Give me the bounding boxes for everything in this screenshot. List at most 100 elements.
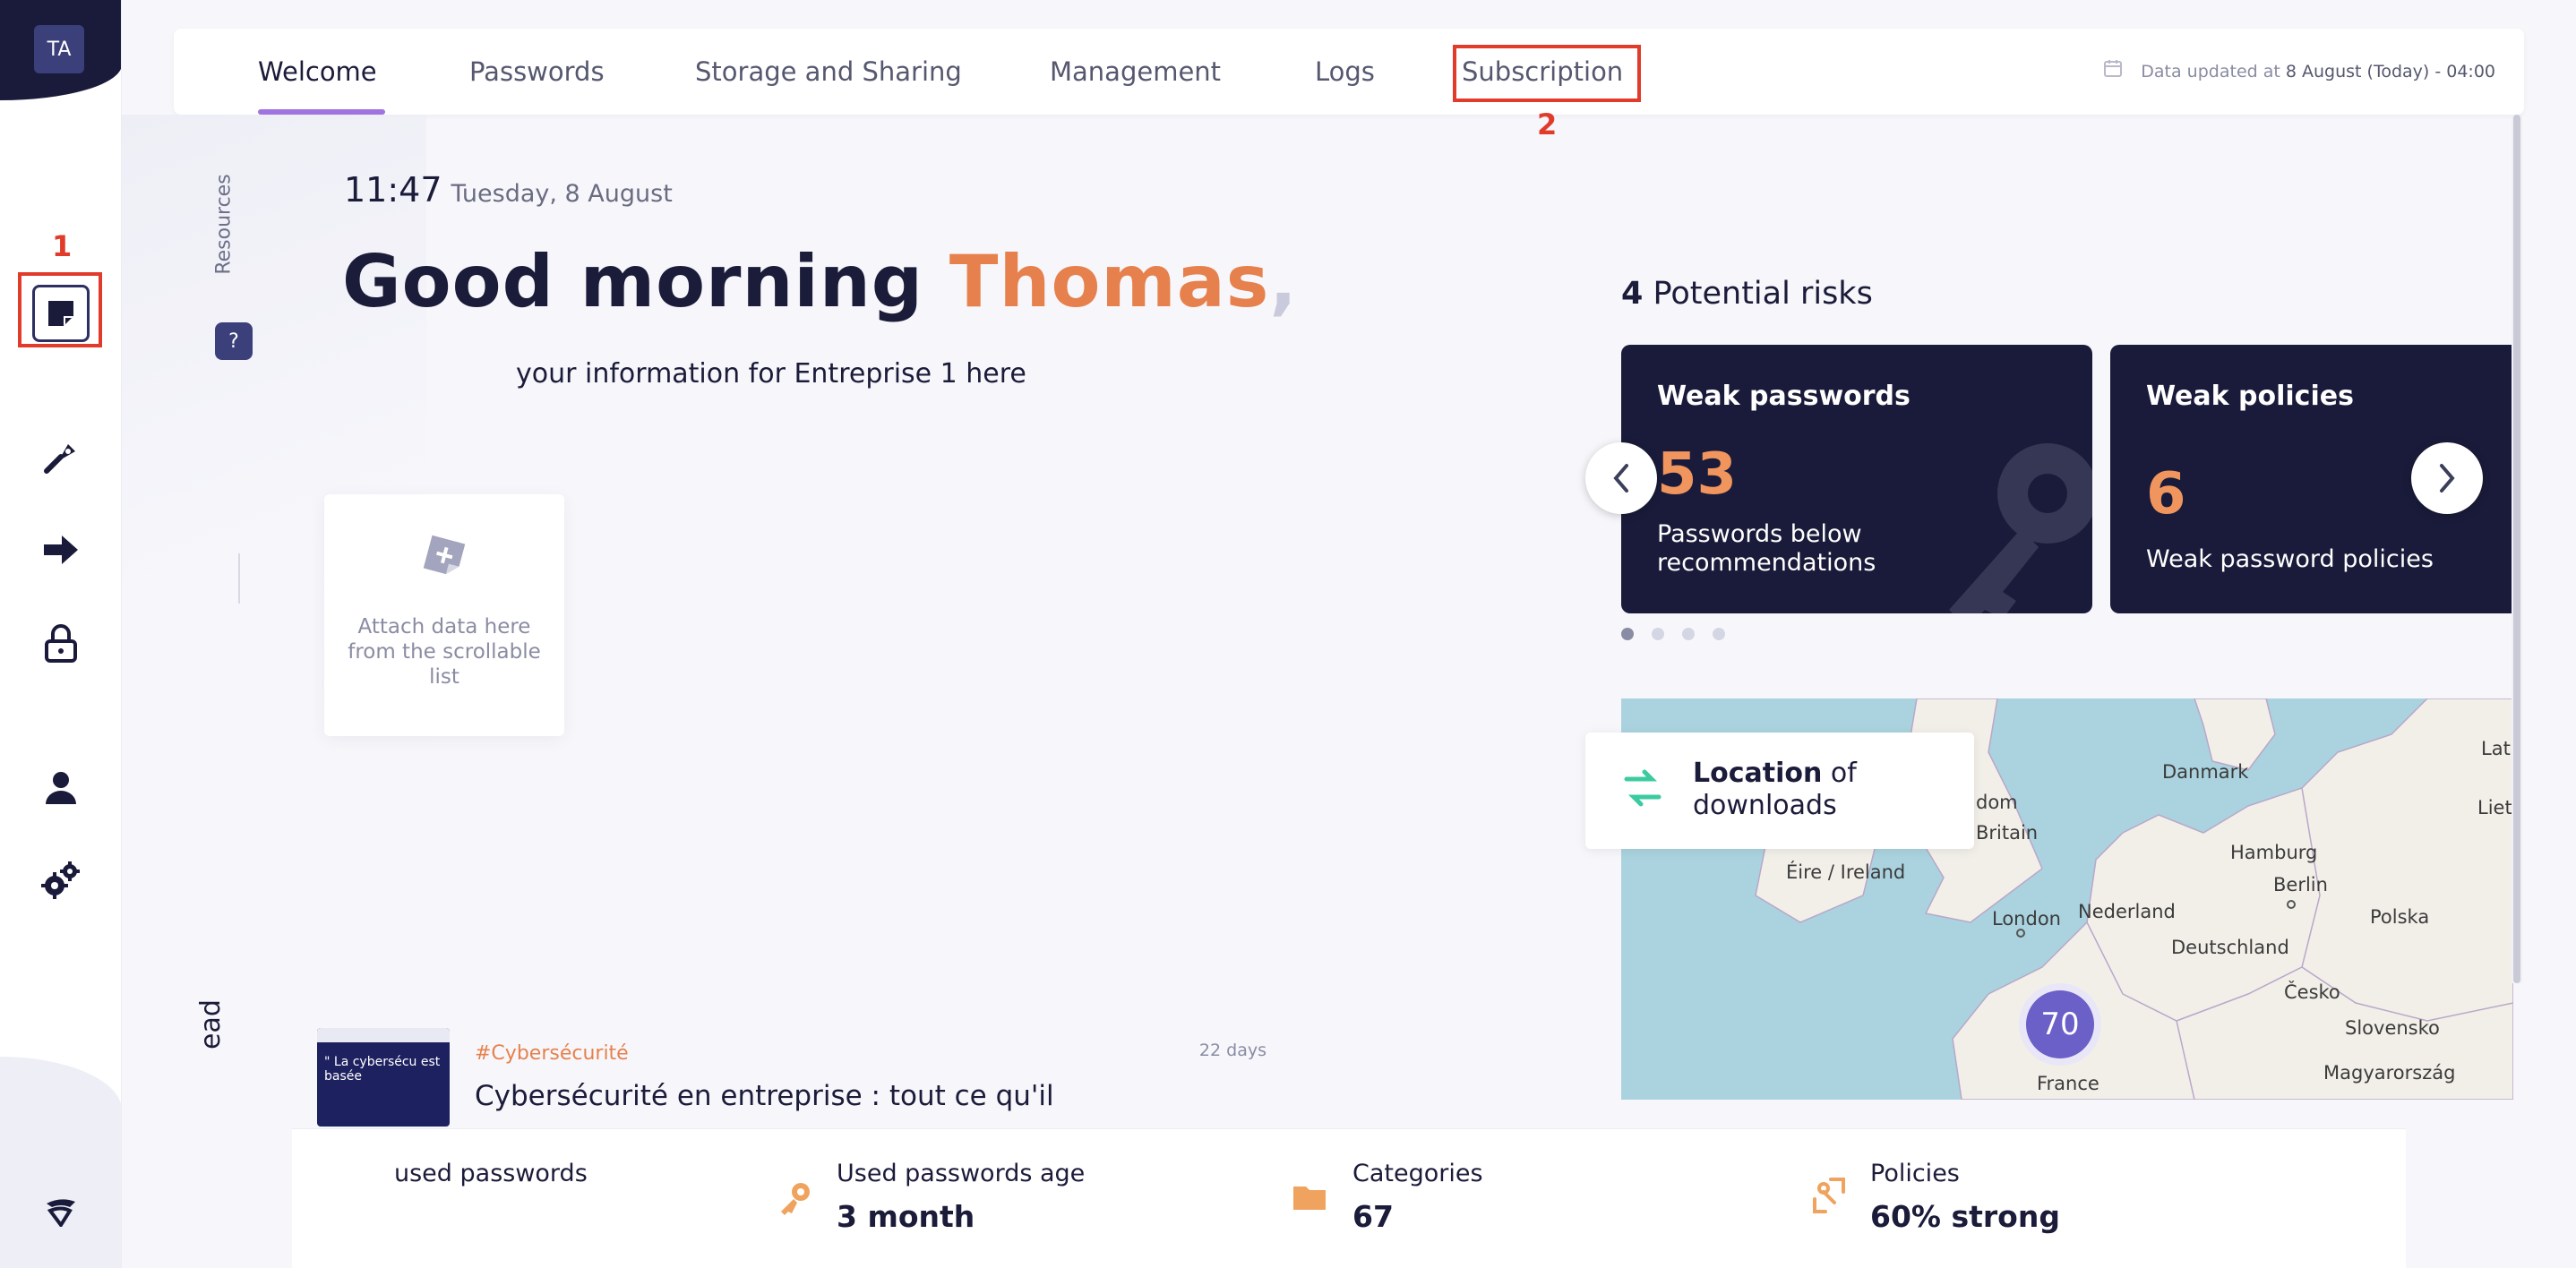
- carousel-dot[interactable]: [1682, 628, 1695, 640]
- shield-logo-icon: [47, 1199, 75, 1227]
- risk-card-value: 53: [1657, 441, 1738, 508]
- map-label: Hamburg: [2230, 842, 2318, 863]
- chevron-left-icon: [1613, 464, 1628, 493]
- stat-label: used passwords: [394, 1160, 588, 1187]
- sidebar-item-vault[interactable]: [25, 614, 97, 672]
- article-title[interactable]: Cybersécurité en entreprise : tout ce qu…: [475, 1080, 1054, 1112]
- folder-icon: [1293, 1183, 1326, 1213]
- stat-value: 60% strong: [1870, 1199, 2060, 1234]
- sidebar-item-tools[interactable]: [25, 428, 97, 485]
- stat-label: Categories: [1352, 1160, 1483, 1187]
- carousel-dot[interactable]: [1652, 628, 1664, 640]
- risk-card-desc: Passwords below recommendations: [1657, 520, 1876, 577]
- location-of-downloads-card: Location of downloads: [1585, 733, 1974, 849]
- greeting-suffix: ,: [1269, 240, 1298, 323]
- clock-time: 11:47: [344, 170, 442, 210]
- data-updated-value: 8 August (Today) - 04:00: [2285, 62, 2495, 81]
- article-age: 22 days: [1198, 1041, 1267, 1060]
- risk-card-value: 6: [2146, 461, 2186, 527]
- resources-panel[interactable]: Resources ?: [210, 159, 254, 374]
- greeting-title: Good morning Thomas,: [342, 240, 1298, 323]
- data-updated-info: Data updated at 8 August (Today) - 04:00: [2103, 29, 2495, 115]
- risk-card-title: Weak passwords: [1657, 381, 1911, 412]
- map-label: Deutschland: [2171, 937, 2289, 958]
- annotation-marker-1: 1: [52, 229, 73, 263]
- attach-data-text: Attach data here from the scrollable lis…: [348, 615, 541, 689]
- clock-date: Tuesday, 8 August: [451, 180, 673, 208]
- carousel-dot[interactable]: [1621, 628, 1634, 640]
- greeting-name: Thomas: [949, 240, 1270, 323]
- map-label: Liet: [2477, 797, 2512, 818]
- attach-data-dropzone[interactable]: Attach data here from the scrollable lis…: [324, 494, 564, 736]
- calendar-icon: [2103, 30, 2123, 116]
- highlight-box-1: [18, 272, 102, 347]
- map-label: Nederland: [2078, 901, 2176, 922]
- map-label: dom: [1976, 792, 2018, 813]
- map-label: France: [2037, 1073, 2099, 1094]
- swap-arrows-icon: [1623, 767, 1662, 813]
- top-nav: Welcome Passwords Storage and Sharing Ma…: [174, 29, 2524, 115]
- data-updated-prefix: Data updated at: [2141, 62, 2286, 81]
- location-card-title-bold: Location: [1693, 758, 1823, 789]
- highlight-box-2: [1453, 45, 1641, 102]
- greeting-prefix: Good morning: [342, 240, 949, 323]
- risks-title: 4 Potential risks: [1621, 276, 1873, 312]
- map-label: Berlin: [2273, 874, 2328, 895]
- tab-passwords[interactable]: Passwords: [469, 29, 605, 115]
- carousel-dots: [1621, 627, 1743, 644]
- carousel-next-button[interactable]: [2411, 442, 2483, 514]
- sidebar: TA: [0, 0, 122, 1268]
- policy-icon: [1811, 1176, 1847, 1219]
- tab-storage-sharing[interactable]: Storage and Sharing: [695, 29, 962, 115]
- stat-label: Used passwords age: [837, 1160, 1086, 1187]
- map-label: London: [1992, 908, 2061, 930]
- tab-logs[interactable]: Logs: [1315, 29, 1375, 115]
- risk-card-title: Weak policies: [2146, 381, 2354, 412]
- stat-value: 67: [1352, 1199, 1394, 1234]
- add-note-icon: [422, 534, 467, 582]
- arrow-right-icon: [44, 535, 78, 564]
- lock-icon: [45, 624, 77, 663]
- main-scrollbar[interactable]: [2512, 115, 2522, 983]
- clock: 11:47 Tuesday, 8 August: [344, 170, 673, 210]
- tab-management[interactable]: Management: [1050, 29, 1221, 115]
- key-icon: [777, 1179, 813, 1219]
- map-cluster-marker[interactable]: 70: [2019, 983, 2101, 1066]
- chevron-right-icon: [2440, 464, 2455, 493]
- article-tag[interactable]: #Cybersécurité: [475, 1042, 629, 1065]
- map-label: Slovensko: [2345, 1017, 2440, 1039]
- risk-card-desc: Weak password policies: [2146, 545, 2434, 573]
- avatar[interactable]: TA: [34, 25, 84, 73]
- map-label: Polska: [2370, 906, 2430, 928]
- main-content: Resources ? 11:47 Tuesday, 8 August Good …: [122, 115, 2522, 1127]
- article-thumbnail: " La cybersécu est basée: [317, 1028, 450, 1127]
- user-icon: [46, 772, 76, 804]
- sidebar-logo[interactable]: [25, 1182, 97, 1239]
- risk-card-weak-passwords[interactable]: Weak passwords 53 Passwords below recomm…: [1621, 345, 2092, 613]
- greeting-subline: your information for Entreprise 1 here: [516, 358, 1026, 390]
- carousel-dot[interactable]: [1713, 628, 1725, 640]
- help-icon[interactable]: ?: [215, 322, 253, 360]
- risks-count: 4: [1621, 276, 1644, 312]
- map-label: Magyarország: [2323, 1062, 2456, 1084]
- read-section-label: ead: [195, 999, 227, 1050]
- pen-tool-icon: [44, 444, 75, 474]
- stat-value: 3 month: [837, 1199, 975, 1234]
- map-label: Éire / Ireland: [1786, 861, 1906, 883]
- sidebar-item-users[interactable]: [25, 759, 97, 817]
- carousel-prev-button[interactable]: [1585, 442, 1657, 514]
- stats-bar: used passwords Used passwords age 3 mont…: [292, 1128, 2406, 1268]
- map-label: Danmark: [2162, 761, 2249, 783]
- risks-title-text: Potential risks: [1653, 276, 1873, 312]
- sidebar-item-transfer[interactable]: [25, 521, 97, 578]
- article-thumb-text: " La cybersécu est basée: [324, 1055, 441, 1084]
- key-icon: [1931, 440, 2092, 613]
- tab-welcome[interactable]: Welcome: [258, 29, 377, 115]
- sidebar-item-settings[interactable]: [25, 852, 97, 910]
- risks-carousel: Weak passwords 53 Passwords below recomm…: [1621, 345, 2513, 613]
- stat-label: Policies: [1870, 1160, 1960, 1187]
- article-item[interactable]: " La cybersécu est basée #Cybersécurité …: [317, 1028, 1267, 1127]
- resources-label: Resources: [212, 174, 236, 275]
- map-label: Lat: [2481, 738, 2511, 759]
- scrollbar-thumb[interactable]: [2513, 115, 2520, 983]
